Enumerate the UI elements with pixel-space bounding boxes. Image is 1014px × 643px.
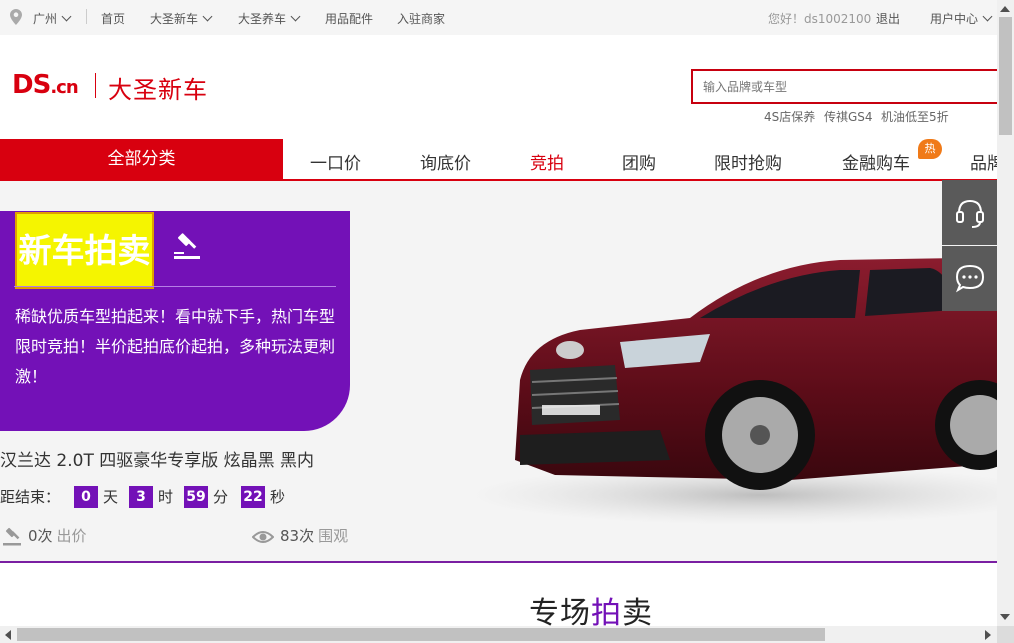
promo-divider — [14, 286, 336, 287]
logout-link[interactable]: 退出 — [876, 10, 900, 27]
vertical-scroll-thumb[interactable] — [999, 17, 1012, 135]
nav-tab-inquiry[interactable]: 询底价 — [420, 149, 471, 174]
user-greeting: 您好！ds1002100 — [768, 12, 872, 26]
nav-tab-group-buy[interactable]: 团购 — [622, 149, 656, 174]
gavel-icon — [3, 527, 21, 546]
chat-bubble-icon — [955, 264, 985, 293]
nav-link-merchants[interactable]: 入驻商家 — [397, 10, 445, 27]
chevron-down-icon — [290, 11, 301, 22]
scroll-left-arrow-icon[interactable] — [5, 630, 11, 640]
scroll-up-arrow-icon[interactable] — [1000, 6, 1010, 12]
view-count: 83次 围观 — [280, 527, 349, 545]
car-model-title[interactable]: 汉兰达 2.0T 四驱豪华专享版 炫晶黑 黑内 — [0, 446, 314, 471]
gavel-icon — [174, 233, 200, 259]
promo-description: 稀缺优质车型拍起来！看中就下手，热门车型限时竞拍！半价起拍底价起拍，多种玩法更刺… — [15, 307, 336, 386]
nav-tab-fixed-price[interactable]: 一口价 — [310, 149, 361, 174]
car-image[interactable] — [460, 230, 1000, 530]
nav-link-car-care[interactable]: 大圣养车 — [238, 10, 301, 27]
hours-unit: 时 — [158, 488, 174, 506]
horizontal-scroll-thumb[interactable] — [17, 628, 825, 641]
logo-divider — [95, 73, 96, 98]
city-label: 广州 — [33, 12, 58, 26]
scroll-right-arrow-icon[interactable] — [985, 630, 991, 640]
scrollbar-corner — [997, 626, 1014, 643]
search-input[interactable] — [691, 69, 1001, 104]
chevron-down-icon — [61, 11, 72, 22]
divider — [86, 9, 87, 24]
countdown-label: 距结束： — [0, 488, 61, 506]
user-center-menu[interactable]: 用户中心 — [930, 10, 993, 27]
nav-link-accessories[interactable]: 用品配件 — [325, 10, 373, 27]
hot-keyword[interactable]: 机油低至5折 — [881, 108, 949, 125]
chevron-down-icon — [202, 11, 213, 22]
bid-count: 0次 出价 — [28, 527, 87, 545]
nav-tab-flash-sale[interactable]: 限时抢购 — [714, 149, 782, 174]
days-unit: 天 — [103, 488, 119, 506]
eye-icon — [252, 531, 274, 543]
hot-badge: 热 — [918, 139, 942, 159]
countdown-hours: 3 — [129, 486, 153, 508]
banner-bottom-border — [0, 561, 997, 563]
nav-link-new-car[interactable]: 大圣新车 — [150, 10, 213, 27]
countdown-seconds: 22 — [241, 486, 265, 508]
chat-button[interactable] — [942, 246, 997, 311]
headset-icon — [956, 199, 984, 228]
site-title: 大圣新车 — [108, 76, 208, 104]
hot-keyword[interactable]: 传祺GS4 — [824, 108, 873, 125]
nav-tab-auction[interactable]: 竞拍 — [530, 149, 564, 174]
countdown-days: 0 — [74, 486, 98, 508]
nav-link-home[interactable]: 首页 — [101, 10, 125, 27]
location-pin-icon — [10, 9, 22, 25]
all-categories-button[interactable]: 全部分类 — [0, 139, 283, 179]
nav-tab-finance[interactable]: 金融购车 — [842, 149, 910, 174]
city-selector[interactable]: 广州 — [33, 10, 72, 27]
promo-title: 新车拍卖 — [15, 212, 154, 289]
site-logo[interactable]: DS.cn — [12, 70, 79, 100]
chevron-down-icon — [982, 11, 993, 22]
customer-service-button[interactable] — [942, 180, 997, 245]
top-bar: 广州 首页 大圣新车 大圣养车 用品配件 入驻商家 您好！ds1002100 退… — [0, 0, 997, 35]
hot-keyword[interactable]: 4S店保养 — [764, 108, 815, 125]
scroll-down-arrow-icon[interactable] — [1000, 614, 1010, 620]
minutes-unit: 分 — [213, 488, 229, 506]
countdown-minutes: 59 — [184, 486, 208, 508]
seconds-unit: 秒 — [270, 488, 286, 506]
